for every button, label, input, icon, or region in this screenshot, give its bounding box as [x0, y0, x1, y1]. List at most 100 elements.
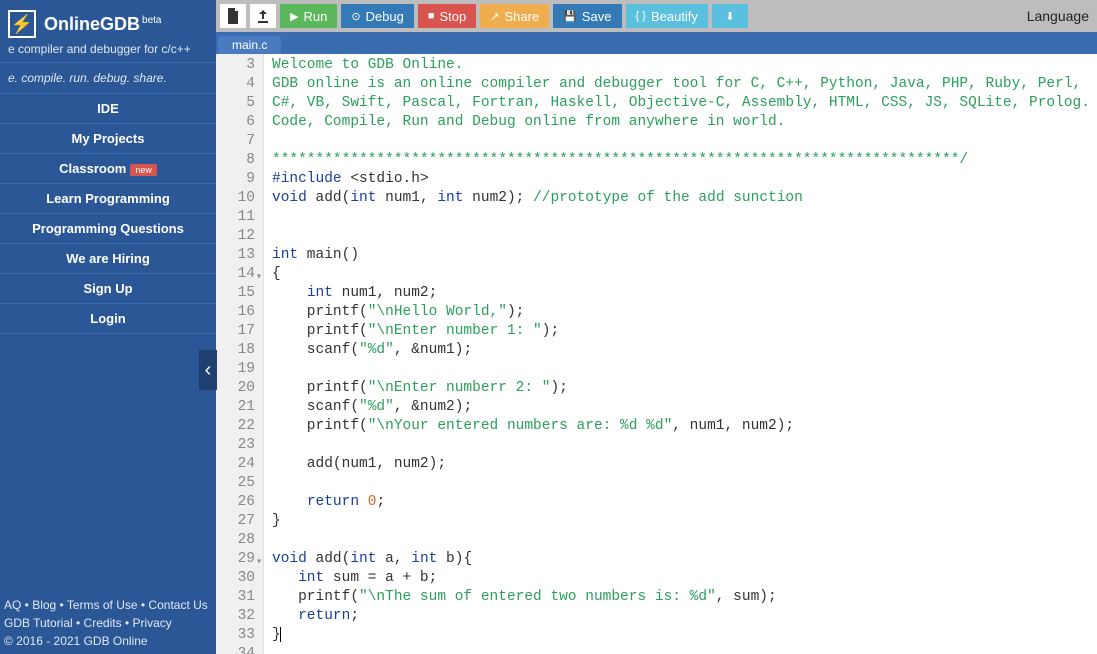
- code-line[interactable]: GDB online is an online compiler and deb…: [272, 75, 1097, 94]
- nav-item-my-projects[interactable]: My Projects: [0, 123, 216, 153]
- code-line[interactable]: printf("\nThe sum of entered two numbers…: [272, 588, 1097, 607]
- code-line[interactable]: Code, Compile, Run and Debug online from…: [272, 113, 1097, 132]
- editor[interactable]: 34567891011121314▾1516171819202122232425…: [216, 54, 1097, 654]
- footer-row-1[interactable]: AQ • Blog • Terms of Use • Contact Us: [4, 596, 212, 614]
- line-number[interactable]: 4: [216, 75, 255, 94]
- code-line[interactable]: [272, 208, 1097, 227]
- stop-button[interactable]: ■ Stop: [418, 4, 476, 28]
- code-line[interactable]: void add(int num1, int num2); //prototyp…: [272, 189, 1097, 208]
- beautify-label: Beautify: [651, 9, 698, 24]
- line-number[interactable]: 26: [216, 493, 255, 512]
- fold-marker-icon[interactable]: ▾: [256, 268, 262, 287]
- line-number[interactable]: 24: [216, 455, 255, 474]
- line-number[interactable]: 3: [216, 56, 255, 75]
- code-line[interactable]: [272, 227, 1097, 246]
- save-button[interactable]: 💾 Save: [553, 4, 621, 28]
- nav-item-we-are-hiring[interactable]: We are Hiring: [0, 243, 216, 273]
- new-file-button[interactable]: [220, 4, 246, 28]
- code-line[interactable]: ****************************************…: [272, 151, 1097, 170]
- line-number[interactable]: 8: [216, 151, 255, 170]
- line-number[interactable]: 32: [216, 607, 255, 626]
- line-number[interactable]: 19: [216, 360, 255, 379]
- code-line[interactable]: return 0;: [272, 493, 1097, 512]
- code-line[interactable]: printf("\nEnter numberr 2: ");: [272, 379, 1097, 398]
- line-number[interactable]: 34: [216, 645, 255, 654]
- code-line[interactable]: [272, 436, 1097, 455]
- run-button[interactable]: ▶ Run: [280, 4, 337, 28]
- line-number[interactable]: 27: [216, 512, 255, 531]
- line-number[interactable]: 18: [216, 341, 255, 360]
- logo[interactable]: ⚡ OnlineGDBbeta: [0, 0, 216, 42]
- line-number[interactable]: 20: [216, 379, 255, 398]
- line-number[interactable]: 31: [216, 588, 255, 607]
- tagline-1: e compiler and debugger for c/c++: [0, 42, 216, 62]
- line-number[interactable]: 23: [216, 436, 255, 455]
- line-number[interactable]: 15: [216, 284, 255, 303]
- line-number[interactable]: 17: [216, 322, 255, 341]
- nav-item-sign-up[interactable]: Sign Up: [0, 273, 216, 303]
- fold-marker-icon[interactable]: ▾: [256, 553, 262, 572]
- language-label[interactable]: Language: [1027, 8, 1093, 24]
- code-line[interactable]: printf("\nYour entered numbers are: %d %…: [272, 417, 1097, 436]
- download-button[interactable]: ⬇: [712, 4, 748, 28]
- code-line[interactable]: add(num1, num2);: [272, 455, 1097, 474]
- tab-label: main.c: [232, 38, 267, 52]
- code-line[interactable]: [272, 474, 1097, 493]
- code-line[interactable]: [272, 360, 1097, 379]
- code-line[interactable]: void add(int a, int b){: [272, 550, 1097, 569]
- code-line[interactable]: #include <stdio.h>: [272, 170, 1097, 189]
- line-number[interactable]: 6: [216, 113, 255, 132]
- stop-icon: ■: [428, 10, 435, 22]
- code-line[interactable]: [272, 645, 1097, 654]
- line-number[interactable]: 29▾: [216, 550, 255, 569]
- footer-row-2[interactable]: GDB Tutorial • Credits • Privacy: [4, 614, 212, 632]
- nav-item-learn-programming[interactable]: Learn Programming: [0, 183, 216, 213]
- debug-icon: ⊙: [351, 10, 360, 23]
- line-number[interactable]: 25: [216, 474, 255, 493]
- line-number[interactable]: 11: [216, 208, 255, 227]
- line-number[interactable]: 14▾: [216, 265, 255, 284]
- code-line[interactable]: scanf("%d", &num2);: [272, 398, 1097, 417]
- line-number[interactable]: 28: [216, 531, 255, 550]
- line-number[interactable]: 7: [216, 132, 255, 151]
- line-number[interactable]: 13: [216, 246, 255, 265]
- line-number[interactable]: 10: [216, 189, 255, 208]
- code-line[interactable]: [272, 132, 1097, 151]
- code-line[interactable]: printf("\nEnter number 1: ");: [272, 322, 1097, 341]
- code-area[interactable]: Welcome to GDB Online.GDB online is an o…: [264, 54, 1097, 654]
- line-number[interactable]: 16: [216, 303, 255, 322]
- code-line[interactable]: printf("\nHello World,");: [272, 303, 1097, 322]
- code-line[interactable]: int sum = a + b;: [272, 569, 1097, 588]
- footer-links[interactable]: AQ • Blog • Terms of Use • Contact Us GD…: [0, 592, 216, 654]
- line-number[interactable]: 12: [216, 227, 255, 246]
- code-line[interactable]: scanf("%d", &num1);: [272, 341, 1097, 360]
- nav-item-programming-questions[interactable]: Programming Questions: [0, 213, 216, 243]
- run-label: Run: [303, 9, 327, 24]
- code-line[interactable]: int num1, num2;: [272, 284, 1097, 303]
- tab-main-c[interactable]: main.c: [218, 36, 281, 54]
- code-line[interactable]: }: [272, 626, 1097, 645]
- code-line[interactable]: C#, VB, Swift, Pascal, Fortran, Haskell,…: [272, 94, 1097, 113]
- gutter[interactable]: 34567891011121314▾1516171819202122232425…: [216, 54, 264, 654]
- beautify-button[interactable]: { } Beautify: [626, 4, 708, 28]
- code-line[interactable]: }: [272, 512, 1097, 531]
- line-number[interactable]: 30: [216, 569, 255, 588]
- cursor: [280, 627, 281, 642]
- line-number[interactable]: 21: [216, 398, 255, 417]
- line-number[interactable]: 9: [216, 170, 255, 189]
- collapse-sidebar-button[interactable]: ‹: [199, 350, 217, 390]
- line-number[interactable]: 5: [216, 94, 255, 113]
- share-button[interactable]: ↗ Share: [480, 4, 549, 28]
- code-line[interactable]: {: [272, 265, 1097, 284]
- code-line[interactable]: int main(): [272, 246, 1097, 265]
- line-number[interactable]: 33: [216, 626, 255, 645]
- debug-button[interactable]: ⊙ Debug: [341, 4, 414, 28]
- line-number[interactable]: 22: [216, 417, 255, 436]
- code-line[interactable]: return;: [272, 607, 1097, 626]
- nav-item-login[interactable]: Login: [0, 303, 216, 334]
- nav-item-classroom[interactable]: Classroomnew: [0, 153, 216, 183]
- upload-button[interactable]: [250, 4, 276, 28]
- code-line[interactable]: Welcome to GDB Online.: [272, 56, 1097, 75]
- code-line[interactable]: [272, 531, 1097, 550]
- nav-item-ide[interactable]: IDE: [0, 93, 216, 123]
